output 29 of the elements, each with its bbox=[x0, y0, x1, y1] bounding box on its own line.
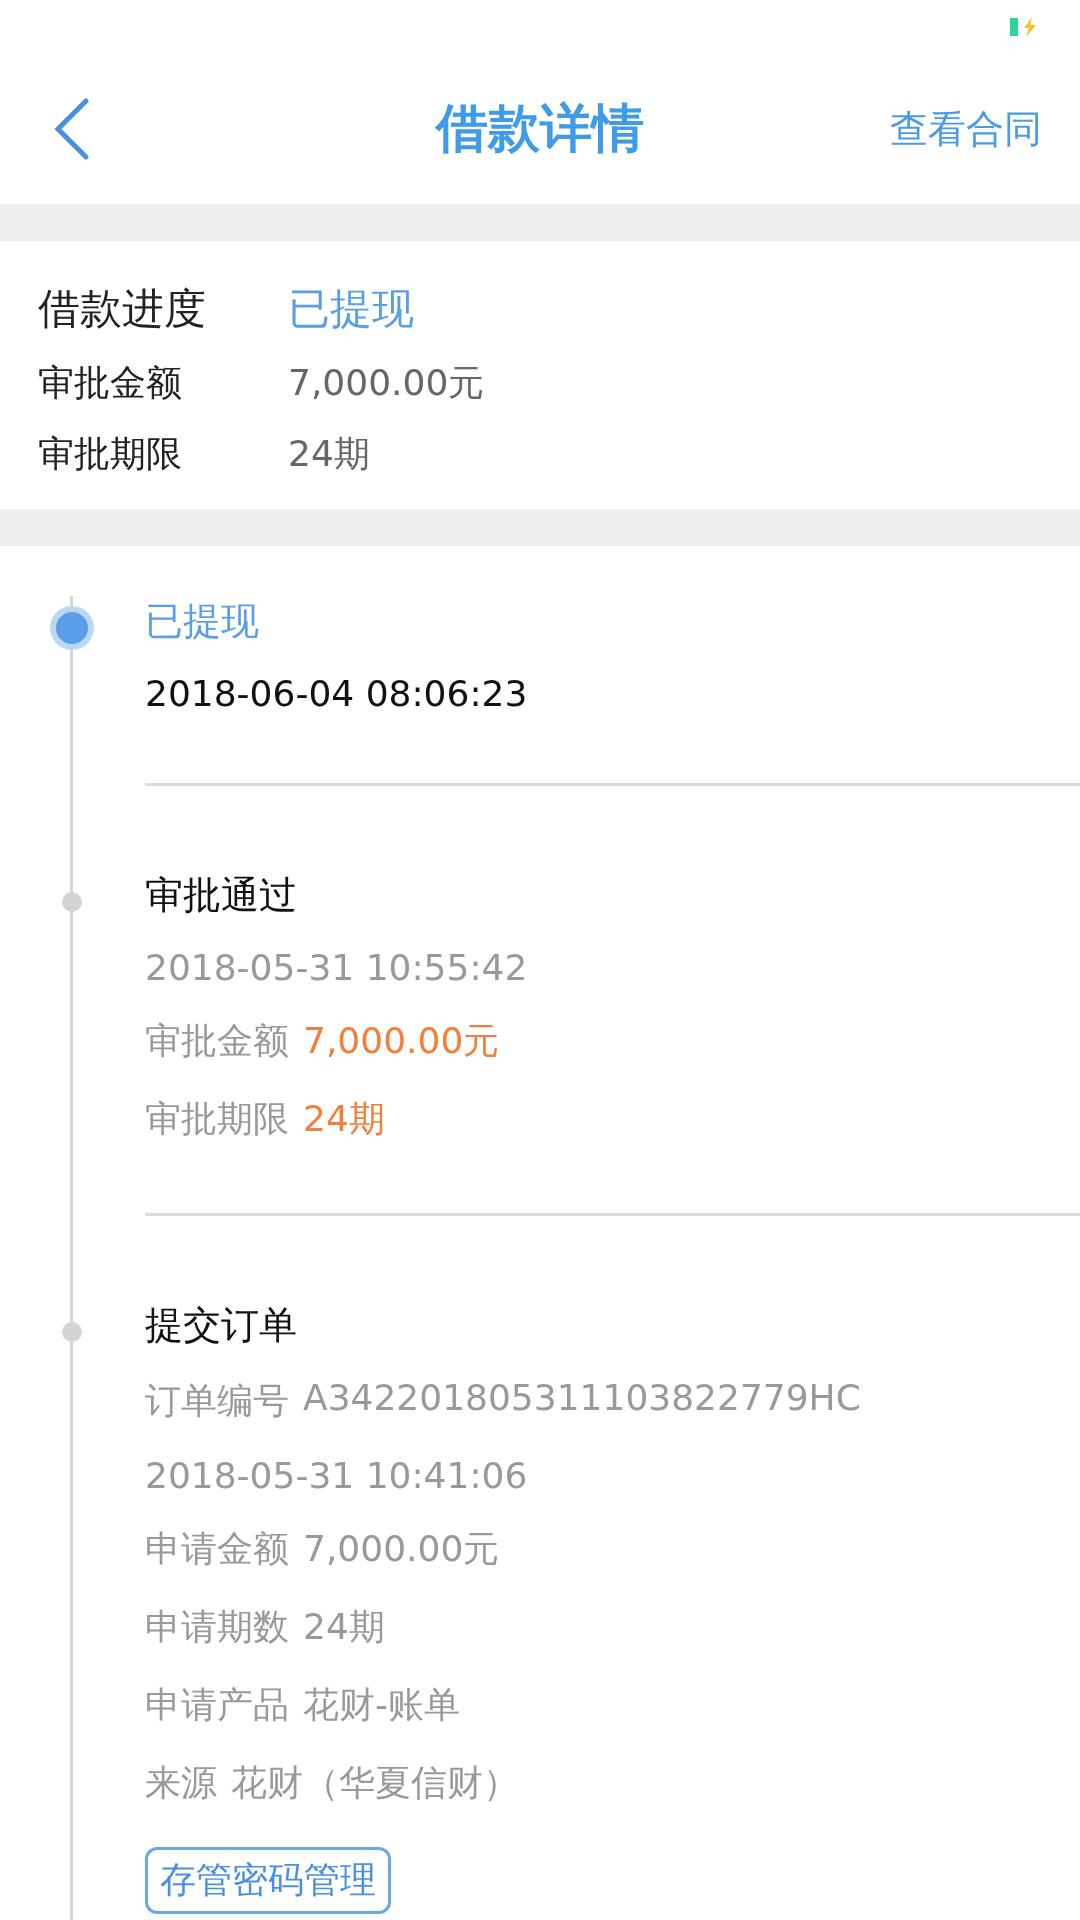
field-value: 24期 bbox=[303, 1605, 385, 1649]
step-time: 2018-05-31 10:41:06 bbox=[145, 1455, 529, 1496]
field-label: 申请金额 bbox=[145, 1527, 289, 1571]
step-title: 提交订单 bbox=[145, 1302, 298, 1349]
field-label: 申请产品 bbox=[145, 1683, 289, 1727]
field-label: 审批期限 bbox=[145, 1097, 289, 1141]
summary-label: 审批期限 bbox=[38, 432, 183, 476]
field-value: 7,000.00元 bbox=[303, 1527, 500, 1571]
field-value: 7,000.00元 bbox=[303, 1019, 500, 1063]
field-value: A342201805311103822779HC bbox=[303, 1377, 861, 1420]
step-time: 2018-06-04 08:06:23 bbox=[145, 673, 529, 714]
summary-value: 已提现 bbox=[288, 283, 415, 335]
field-value: 24期 bbox=[303, 1097, 385, 1141]
field-label: 申请期数 bbox=[145, 1605, 289, 1649]
field-label: 来源 bbox=[145, 1761, 217, 1805]
password-manage-button[interactable]: 存管密码管理 bbox=[145, 1847, 391, 1914]
summary-value: 7,000.00元 bbox=[288, 361, 485, 405]
step-time: 2018-05-31 10:55:42 bbox=[145, 947, 529, 988]
field-label: 订单编号 bbox=[145, 1379, 289, 1423]
step-title: 已提现 bbox=[145, 598, 260, 645]
field-value: 花财（华夏信财） bbox=[231, 1761, 519, 1805]
field-label: 审批金额 bbox=[145, 1019, 289, 1063]
page-title: 借款详情 bbox=[436, 97, 644, 160]
view-contract-link[interactable]: 查看合同 bbox=[890, 103, 1042, 155]
summary-value: 24期 bbox=[288, 432, 370, 476]
field-value: 花财-账单 bbox=[303, 1683, 460, 1727]
summary-label: 审批金额 bbox=[38, 361, 183, 405]
step-title: 审批通过 bbox=[145, 872, 298, 919]
summary-label: 借款进度 bbox=[38, 283, 207, 335]
